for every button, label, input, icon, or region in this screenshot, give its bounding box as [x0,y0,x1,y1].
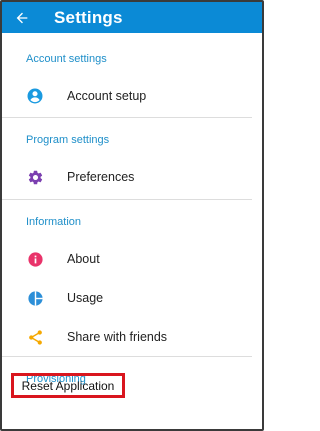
app-bar: Settings [2,2,262,33]
about-item[interactable]: About [2,241,262,277]
usage-label: Usage [67,291,104,305]
account-setup-item[interactable]: Account setup [2,78,262,114]
screen-frame: Settings Account settings Account setup … [0,0,264,431]
info-icon [26,250,44,268]
arrow-left-icon[interactable] [14,10,30,26]
divider [2,356,252,357]
about-label: About [67,252,100,266]
back-button[interactable] [2,2,42,33]
page-title: Settings [54,7,123,27]
preferences-label: Preferences [67,170,135,184]
usage-item[interactable]: Usage [2,280,262,316]
pie-chart-icon [26,289,44,307]
account-circle-icon [26,87,44,105]
share-icon [26,328,44,346]
divider [2,199,252,200]
gear-icon [26,168,44,186]
section-header-information: Information [26,216,82,228]
section-header-program: Program settings [26,134,110,146]
preferences-item[interactable]: Preferences [2,159,262,195]
account-setup-label: Account setup [67,89,147,103]
divider [2,117,252,118]
section-header-account: Account settings [26,53,107,65]
settings-list: Account settings Account setup Program s… [2,33,262,429]
share-item[interactable]: Share with friends [2,319,262,355]
share-label: Share with friends [67,330,168,344]
reset-application-button[interactable]: Reset Application [11,373,125,398]
reset-application-label: Reset Application [21,378,115,393]
